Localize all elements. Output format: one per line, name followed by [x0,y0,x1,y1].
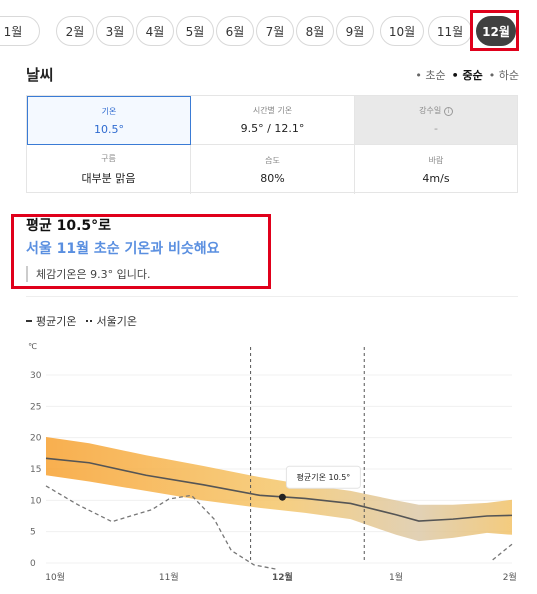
y-tick-label: 25 [30,402,41,412]
period-tab-mid[interactable]: • 중순 [452,67,483,83]
tooltip-label: 평균기온 10.5° [297,472,351,482]
month-selector: 1월 2월 3월 4월 5월 6월 7월 8월 9월 10월 11월 12월 [0,0,537,62]
temperature-chart: ℃ 0 5 10 15 20 25 30 평균기온 10.5° 10월 11월 12월 1월 2월 [28,342,517,583]
period-tab-early[interactable]: • 초순 [415,67,445,83]
tooltip-point [278,493,286,501]
selected-month-highlight [470,10,519,51]
cell-label: 강수일 i [419,105,453,116]
x-tick-label: 11월 [159,571,179,583]
month-pill-6[interactable]: 6월 [216,16,254,46]
cell-hourly-temperature[interactable]: 시간별 기온 9.5° / 12.1° [191,96,355,145]
cell-label: 습도 [265,155,280,165]
cell-precipitation-days[interactable]: 강수일 i - [355,96,517,145]
cell-clouds[interactable]: 구름 대부분 맑음 [27,145,191,194]
y-tick-label: 5 [30,528,36,538]
month-pill-2[interactable]: 2월 [56,16,94,46]
cell-label: 바람 [428,155,444,165]
weather-grid: 기온 10.5° 시간별 기온 9.5° / 12.1° 강수일 i - 구름 … [26,95,518,194]
month-pill-1[interactable]: 1월 [0,16,40,46]
cell-label: 구름 [101,154,116,163]
y-tick-label: 30 [30,371,42,381]
month-pill-4[interactable]: 4월 [136,16,174,46]
legend-seoul: 서울기온 [86,313,137,329]
legend-avg: 평균기온 [26,313,76,329]
month-pill-8[interactable]: 8월 [296,16,334,46]
chart-legend: 평균기온 서울기온 [26,313,137,329]
legend-avg-swatch [26,320,32,322]
y-tick-label: 20 [30,434,42,444]
temperature-range-band [46,437,512,542]
legend-seoul-swatch [86,320,93,322]
cell-value: 4m/s [422,171,450,185]
x-tick-label: 2월 [503,571,517,583]
cell-wind[interactable]: 바람 4m/s [355,145,517,194]
y-tick-label: 10 [30,496,42,506]
month-pill-10[interactable]: 10월 [380,16,424,46]
cell-label: 시간별 기온 [252,106,293,115]
y-tick-label: 0 [30,559,36,569]
cell-value: 80% [260,171,285,185]
cell-value: 9.5° / 12.1° [240,122,305,135]
month-pill-7[interactable]: 7월 [256,16,294,46]
month-pill-3[interactable]: 3월 [96,16,134,46]
x-tick-label: 1월 [389,571,403,583]
month-pill-11[interactable]: 11월 [428,16,472,46]
period-tab-late[interactable]: • 하순 [489,67,519,83]
month-pill-9[interactable]: 9월 [336,16,374,46]
cell-value: 10.5° [94,122,124,136]
section-divider [26,296,518,297]
y-tick-label: 15 [30,465,41,475]
seoul-temperature-line [492,543,513,561]
info-icon[interactable]: i [443,107,453,116]
cell-value: 대부분 맑음 [81,172,136,185]
summary-highlight [11,214,271,289]
cell-label: 기온 [101,106,117,116]
weather-title: 날씨 [26,66,54,84]
cell-temperature[interactable]: 기온 10.5° [27,96,191,145]
period-tabs: • 초순 • 중순 • 하순 [415,67,519,83]
y-axis-unit: ℃ [28,342,37,351]
cell-value: - [434,122,438,135]
month-pill-5[interactable]: 5월 [176,16,214,46]
cell-humidity[interactable]: 습도 80% [191,145,355,194]
x-tick-label: 10월 [45,571,65,583]
x-tick-label: 12월 [272,571,293,583]
